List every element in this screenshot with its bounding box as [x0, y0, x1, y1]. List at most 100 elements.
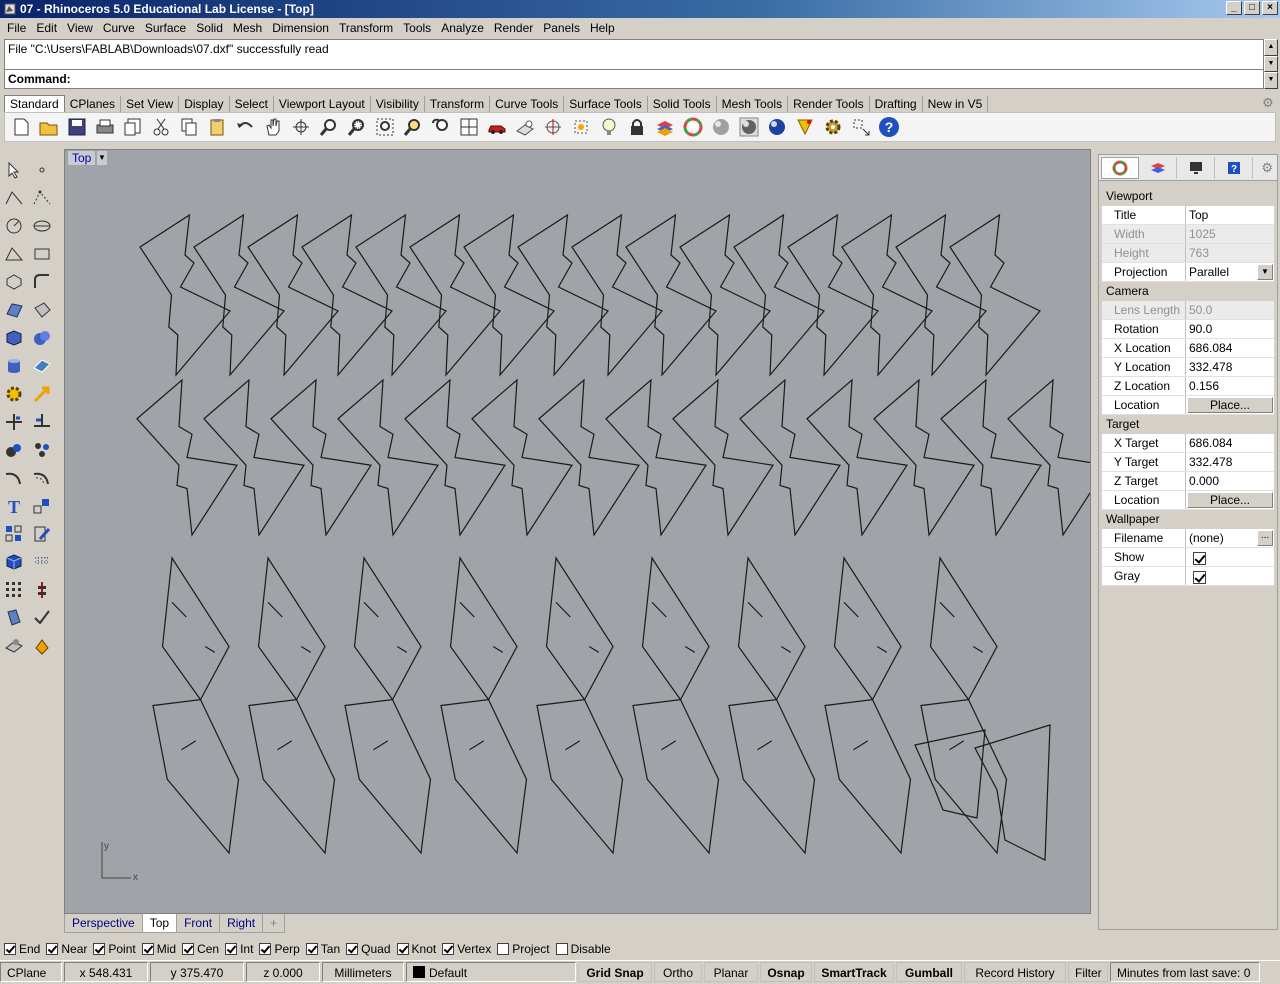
layer-icon[interactable]: [653, 115, 677, 139]
osnap-near[interactable]: Near: [46, 942, 87, 956]
zoom-selected-icon[interactable]: [401, 115, 425, 139]
chevron-down-icon[interactable]: ▼: [1257, 264, 1273, 280]
rendered-icon[interactable]: [737, 115, 761, 139]
circle-icon[interactable]: [2, 214, 26, 238]
z-target-field[interactable]: 0.000: [1186, 472, 1274, 490]
zoom-icon[interactable]: [317, 115, 341, 139]
smarttrack-toggle[interactable]: SmartTrack: [814, 961, 894, 982]
material-panel-icon[interactable]: [1101, 156, 1139, 179]
scroll-down-icon[interactable]: ▼: [1264, 72, 1278, 90]
options-icon[interactable]: [821, 115, 845, 139]
layer-status[interactable]: Default: [406, 961, 576, 982]
surface-icon[interactable]: [2, 298, 26, 322]
show-checkbox[interactable]: [1193, 552, 1206, 566]
menu-dimension[interactable]: Dimension: [267, 21, 334, 35]
analyze-icon[interactable]: [2, 606, 26, 630]
menu-panels[interactable]: Panels: [538, 21, 585, 35]
gumball-toggle[interactable]: Gumball: [896, 961, 962, 982]
tab-curve-tools[interactable]: Curve Tools: [490, 96, 565, 112]
osnap-disable[interactable]: Disable: [555, 942, 611, 956]
rotation-field[interactable]: 90.0: [1186, 320, 1274, 338]
x-location-field[interactable]: 686.084: [1186, 339, 1274, 357]
four-viewports-icon[interactable]: [457, 115, 481, 139]
menu-transform[interactable]: Transform: [334, 21, 398, 35]
copy-icon[interactable]: [177, 115, 201, 139]
rotate-view-icon[interactable]: [289, 115, 313, 139]
osnap-project[interactable]: Project: [497, 942, 550, 956]
display-panel-icon[interactable]: [1177, 156, 1215, 179]
cut-icon[interactable]: [149, 115, 173, 139]
cylinder-icon[interactable]: [2, 354, 26, 378]
blend-curve-icon[interactable]: [2, 466, 26, 490]
tab-right[interactable]: Right: [219, 914, 264, 933]
tab-top[interactable]: Top: [141, 914, 178, 933]
tab-front[interactable]: Front: [176, 914, 221, 933]
explode-icon[interactable]: [30, 438, 54, 462]
dimension-vertical-icon[interactable]: [30, 578, 54, 602]
tab-drafting[interactable]: Drafting: [870, 96, 923, 112]
paste-icon[interactable]: [205, 115, 229, 139]
toolbar-gear-icon[interactable]: ⚙: [1262, 95, 1276, 110]
point-icon[interactable]: [30, 158, 54, 182]
menu-tools[interactable]: Tools: [398, 21, 436, 35]
cplane-icon[interactable]: [513, 115, 537, 139]
tab-set-view[interactable]: Set View: [121, 96, 180, 112]
car-icon[interactable]: [485, 115, 509, 139]
tab-standard[interactable]: Standard: [4, 95, 65, 112]
menu-surface[interactable]: Surface: [140, 21, 191, 35]
arc-icon[interactable]: [2, 242, 26, 266]
tab-transform[interactable]: Transform: [425, 96, 491, 112]
paint-bucket-icon[interactable]: [30, 634, 54, 658]
rectangle-icon[interactable]: [30, 242, 54, 266]
filename-field[interactable]: (none)...: [1186, 529, 1274, 547]
group-icon[interactable]: [2, 438, 26, 462]
lock-icon[interactable]: [625, 115, 649, 139]
gear-edit-icon[interactable]: [2, 382, 26, 406]
grid-snap-toggle[interactable]: Grid Snap: [578, 961, 652, 982]
maximize-button[interactable]: □: [1244, 1, 1260, 15]
new-file-icon[interactable]: [9, 115, 33, 139]
tab-perspective[interactable]: Perspective: [64, 914, 143, 933]
minimize-button[interactable]: _: [1226, 1, 1242, 15]
layers-panel-icon[interactable]: [1139, 156, 1177, 179]
tab-cplanes[interactable]: CPlanes: [65, 96, 122, 112]
osnap-icon[interactable]: [541, 115, 565, 139]
y-location-field[interactable]: 332.478: [1186, 358, 1274, 376]
check-icon[interactable]: [30, 606, 54, 630]
boolean-icon[interactable]: [30, 326, 54, 350]
add-viewport-tab[interactable]: +: [262, 914, 286, 933]
panel-gear-icon[interactable]: ⚙: [1261, 160, 1273, 176]
osnap-cen-checkbox[interactable]: [182, 943, 195, 955]
text-icon[interactable]: T: [2, 494, 26, 518]
osnap-int-checkbox[interactable]: [225, 943, 238, 955]
browse-button[interactable]: ...: [1257, 530, 1273, 546]
dimension-icon[interactable]: [849, 115, 873, 139]
trim-icon[interactable]: [2, 410, 26, 434]
tab-visibility[interactable]: Visibility: [371, 96, 425, 112]
tab-new-in-v5[interactable]: New in V5: [923, 96, 989, 112]
gray-checkbox[interactable]: [1193, 571, 1206, 585]
osnap-end-checkbox[interactable]: [4, 943, 16, 955]
select-arrow-icon[interactable]: [2, 158, 26, 182]
y-target-field[interactable]: 332.478: [1186, 453, 1274, 471]
osnap-tan-checkbox[interactable]: [305, 943, 318, 955]
move-arrow-icon[interactable]: [30, 382, 54, 406]
menu-edit[interactable]: Edit: [31, 21, 62, 35]
scroll-down-icon[interactable]: ▼: [1264, 55, 1278, 73]
undo-icon[interactable]: [233, 115, 257, 139]
polyline-icon[interactable]: [2, 186, 26, 210]
osnap-knot-checkbox[interactable]: [396, 943, 409, 955]
shade-icon[interactable]: [709, 115, 733, 139]
grid-dots-icon[interactable]: [30, 550, 54, 574]
zoom-extents-icon[interactable]: [373, 115, 397, 139]
render-mesh-icon[interactable]: [2, 634, 26, 658]
ortho-toggle[interactable]: Ortho: [654, 961, 702, 982]
polygon-icon[interactable]: [2, 270, 26, 294]
grid-icon[interactable]: [569, 115, 593, 139]
filter-toggle[interactable]: Filter: [1068, 961, 1108, 982]
osnap-int[interactable]: Int: [225, 942, 253, 956]
color-wheel-icon[interactable]: [681, 115, 705, 139]
menu-help[interactable]: Help: [585, 21, 620, 35]
curve-icon[interactable]: [30, 186, 54, 210]
units-status[interactable]: Millimeters: [322, 961, 404, 982]
